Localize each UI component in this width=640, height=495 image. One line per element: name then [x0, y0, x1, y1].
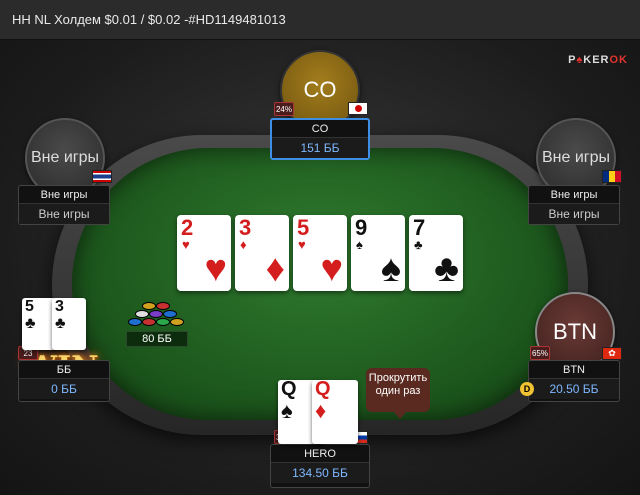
- japan-flag-icon: [348, 102, 368, 115]
- romania-flag-icon: [602, 170, 622, 183]
- dealer-button-icon: D: [520, 382, 534, 396]
- hero-plate[interactable]: HERO 134.50 ББ: [270, 444, 370, 488]
- seat-btn-percent-badge: 65%: [530, 346, 550, 360]
- seat-right-top-name: Вне игры: [529, 186, 619, 204]
- poker-table-area: P♠KEROK CO 24% CO 151 ББ Вне игры Вне иг…: [0, 40, 640, 495]
- card-suit-large-icon: ♦: [265, 248, 285, 290]
- run-it-once-button[interactable]: Прокрутить один раз: [366, 368, 430, 419]
- seat-left-top-name: Вне игры: [19, 186, 109, 204]
- hero-stack: 134.50 ББ: [271, 463, 369, 483]
- thailand-flag-icon: [92, 170, 112, 183]
- hongkong-flag-icon: ✿: [602, 347, 622, 360]
- card-suit-icon: ♦: [315, 398, 327, 423]
- seat-co-plate[interactable]: CO 151 ББ: [270, 118, 370, 160]
- card-suit-icon: ♦: [240, 237, 247, 252]
- seat-bb-stack: 0 ББ: [19, 379, 109, 399]
- card-rank: Q: [315, 378, 331, 400]
- seat-btn-name: BTN: [529, 361, 619, 379]
- hand-title-bar: HH NL Холдем $0.01 / $0.02 -#HD114948101…: [0, 0, 640, 40]
- hero-hole-card: Q ♦: [312, 378, 358, 444]
- seat-btn-stack: 20.50 ББ: [529, 379, 619, 399]
- card-rank: 5: [25, 298, 34, 315]
- bb-hole-card: 5 ♣: [22, 298, 56, 350]
- board-card: 2 ♥ ♥: [177, 215, 231, 291]
- card-rank: Q: [281, 378, 297, 400]
- card-suit-icon: ♣: [414, 237, 423, 252]
- seat-co-stack: 151 ББ: [272, 138, 368, 158]
- card-suit-icon: ♠: [281, 398, 293, 423]
- card-suit-icon: ♣: [25, 315, 36, 332]
- card-rank: 3: [55, 298, 64, 315]
- seat-bb-plate[interactable]: ББ 0 ББ: [18, 360, 110, 402]
- card-suit-large-icon: ♥: [204, 248, 227, 290]
- card-suit-large-icon: ♠: [380, 248, 401, 290]
- board-card: 9 ♠ ♠: [351, 215, 405, 291]
- card-suit-icon: ♠: [356, 237, 363, 252]
- board-card: 5 ♥ ♥: [293, 215, 347, 291]
- seat-btn-plate[interactable]: BTN 20.50 ББ: [528, 360, 620, 402]
- hand-title: HH NL Холдем $0.01 / $0.02 -#HD114948101…: [12, 12, 286, 27]
- card-suit-large-icon: ♥: [320, 248, 343, 290]
- card-suit-icon: ♥: [182, 237, 190, 252]
- card-suit-large-icon: ♣: [434, 248, 459, 290]
- seat-co-name: CO: [272, 120, 368, 138]
- board-card: 7 ♣ ♣: [409, 215, 463, 291]
- seat-left-top-plate[interactable]: Вне игры Вне игры: [18, 185, 110, 225]
- seat-right-top-status: Вне игры: [529, 204, 619, 224]
- seat-right-top-plate[interactable]: Вне игры Вне игры: [528, 185, 620, 225]
- board-card: 3 ♦ ♦: [235, 215, 289, 291]
- pot-amount: 80 ББ: [126, 331, 188, 347]
- seat-left-top-status: Вне игры: [19, 204, 109, 224]
- hero-name: HERO: [271, 445, 369, 463]
- card-suit-icon: ♥: [298, 237, 306, 252]
- seat-co-percent-badge: 24%: [274, 102, 294, 116]
- bb-hole-card: 3 ♣: [52, 298, 86, 350]
- seat-bb-name: ББ: [19, 361, 109, 379]
- card-suit-icon: ♣: [55, 315, 66, 332]
- pokerok-logo: P♠KEROK: [568, 54, 628, 66]
